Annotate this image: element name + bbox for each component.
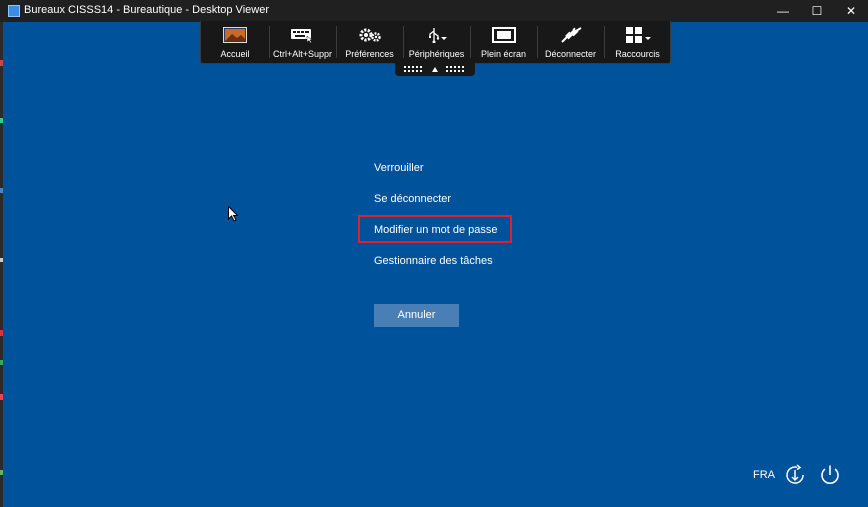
minimize-button[interactable]: —	[766, 0, 800, 22]
menu-lock[interactable]: Verrouiller	[374, 162, 424, 174]
toolbar-fullscreen-label: Plein écran	[480, 49, 527, 59]
menu-task-manager[interactable]: Gestionnaire des tâches	[374, 255, 493, 267]
usb-icon	[426, 27, 448, 45]
toolbar-devices-button[interactable]: Périphériques	[403, 21, 470, 63]
app-icon	[8, 5, 20, 17]
toolbar-home-button[interactable]: Accueil	[201, 21, 269, 63]
keyboard-icon	[290, 27, 316, 45]
mouse-cursor-icon	[228, 205, 239, 227]
grid-icon	[624, 27, 652, 45]
plug-icon	[559, 27, 583, 45]
menu-change-password[interactable]: Modifier un mot de passe	[374, 224, 498, 236]
background-window-strip	[0, 0, 3, 507]
toolbar-collapse-handle[interactable]	[395, 63, 475, 76]
close-button[interactable]: ✕	[834, 0, 868, 22]
toolbar-devices-label: Périphériques	[408, 49, 465, 59]
toolbar-preferences-button[interactable]: Préférences	[336, 21, 403, 63]
home-thumbnail-icon	[223, 27, 247, 45]
menu-sign-out[interactable]: Se déconnecter	[374, 193, 451, 205]
window-title: Bureaux CISSS14 - Bureautique - Desktop …	[24, 4, 269, 16]
toolbar-shortcuts-button[interactable]: Raccourcis	[604, 21, 671, 63]
toolbar-home-label: Accueil	[220, 49, 250, 59]
ease-of-access-icon[interactable]	[783, 463, 807, 492]
toolbar-shortcuts-label: Raccourcis	[615, 49, 660, 59]
power-icon[interactable]	[819, 464, 841, 491]
toolbar-ctrl-alt-del-label: Ctrl+Alt+Suppr	[272, 49, 333, 59]
cancel-button[interactable]: Annuler	[374, 304, 459, 327]
language-indicator[interactable]: FRA	[753, 469, 775, 481]
toolbar-disconnect-button[interactable]: Déconnecter	[537, 21, 604, 63]
desktop-viewer-toolbar: Accueil Ctrl+Alt+Suppr Préférences Périp…	[200, 21, 671, 64]
toolbar-ctrl-alt-del-button[interactable]: Ctrl+Alt+Suppr	[269, 21, 336, 63]
gear-icon	[357, 27, 383, 45]
fullscreen-icon	[491, 27, 516, 45]
maximize-button[interactable]: ☐	[800, 0, 834, 22]
toolbar-fullscreen-button[interactable]: Plein écran	[470, 21, 537, 63]
toolbar-disconnect-label: Déconnecter	[544, 49, 597, 59]
window-titlebar[interactable]: Bureaux CISSS14 - Bureautique - Desktop …	[0, 0, 868, 22]
toolbar-preferences-label: Préférences	[345, 49, 394, 59]
